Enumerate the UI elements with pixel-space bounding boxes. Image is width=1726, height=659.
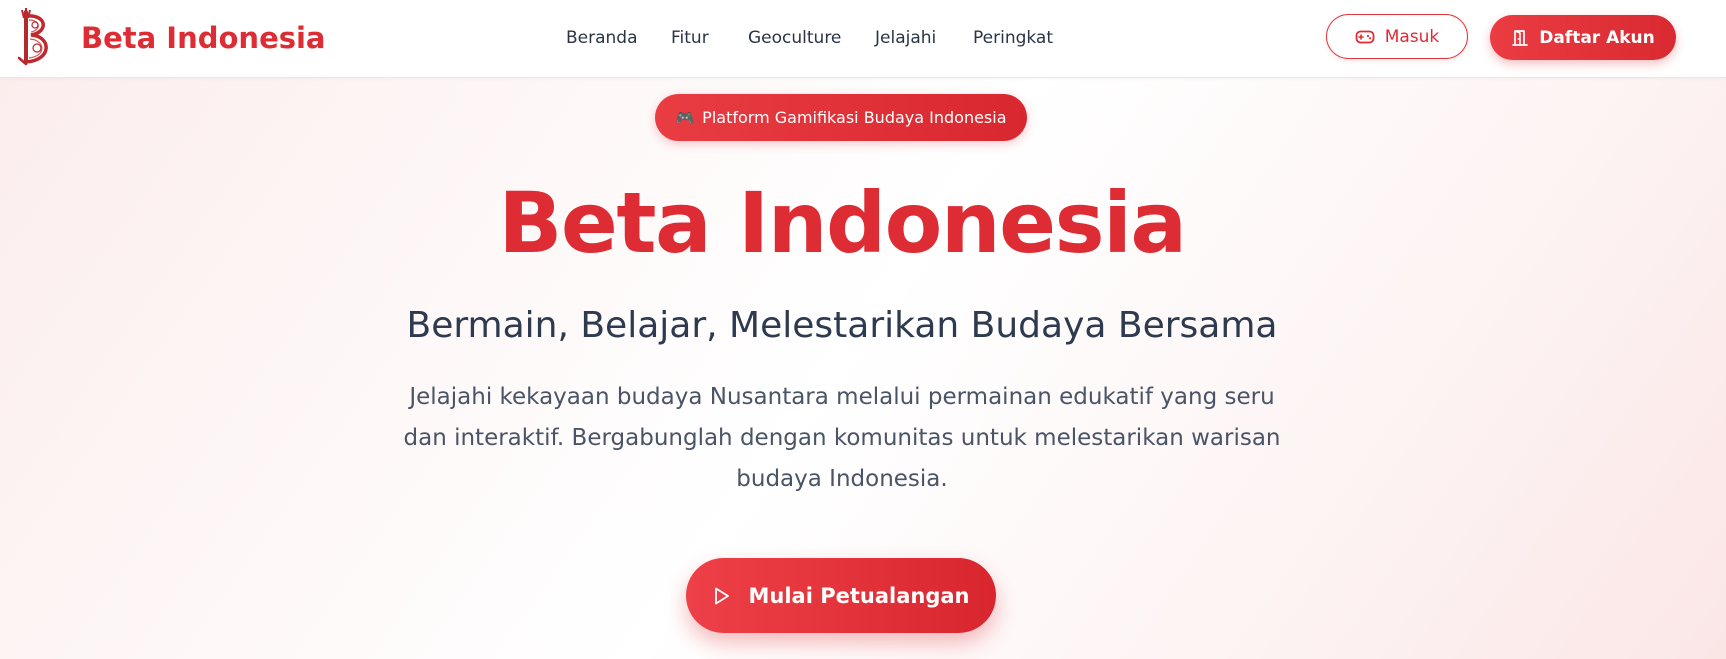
brand-name[interactable]: Beta Indonesia (81, 18, 326, 58)
navbar: Beta Indonesia Beranda Fitur Geoculture … (0, 0, 1726, 78)
start-adventure-label: Mulai Petualangan (748, 583, 970, 608)
gamepad-icon (1355, 29, 1375, 45)
nav-item-peringkat[interactable]: Peringkat (973, 26, 1053, 50)
nav-item-beranda[interactable]: Beranda (566, 26, 638, 50)
platform-badge: 🎮 Platform Gamifikasi Budaya Indonesia (655, 94, 1027, 141)
login-button[interactable]: Masuk (1326, 14, 1468, 59)
hero-description: Jelajahi kekayaan budaya Nusantara melal… (403, 384, 1281, 492)
hero-subtitle: Bermain, Belajar, Melestarikan Budaya Be… (406, 305, 1278, 346)
door-icon (1511, 29, 1529, 47)
play-icon (713, 586, 731, 606)
brand-logo-icon[interactable] (17, 8, 57, 66)
platform-badge-label: Platform Gamifikasi Budaya Indonesia (702, 108, 1007, 127)
game-controller-icon: 🎮 (675, 108, 695, 127)
register-button[interactable]: Daftar Akun (1490, 15, 1676, 60)
nav-item-jelajahi[interactable]: Jelajahi (875, 26, 936, 50)
hero-title: Beta Indonesia (498, 174, 1187, 272)
start-adventure-button[interactable]: Mulai Petualangan (686, 558, 996, 633)
register-label: Daftar Akun (1539, 27, 1655, 48)
nav-item-fitur[interactable]: Fitur (671, 26, 709, 50)
nav-item-geoculture[interactable]: Geoculture (748, 26, 841, 50)
login-label: Masuk (1384, 26, 1440, 47)
